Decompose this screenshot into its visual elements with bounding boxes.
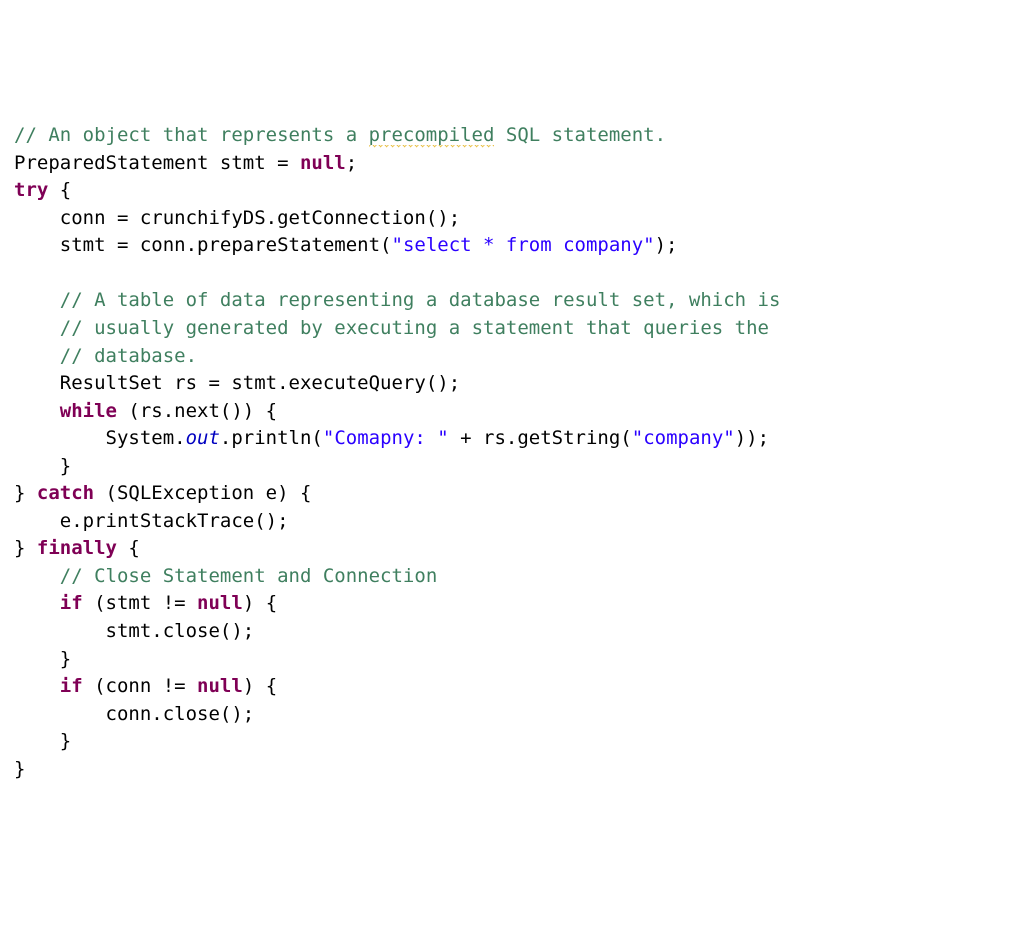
- code-token: {: [117, 537, 140, 559]
- code-token: }: [14, 537, 37, 559]
- code-line: // usually generated by executing a stat…: [14, 315, 1010, 343]
- code-token: // Close Statement and Connection: [60, 565, 438, 587]
- code-token: precompiled: [369, 124, 495, 148]
- code-token: ) {: [243, 675, 277, 697]
- code-line: // Close Statement and Connection: [14, 563, 1010, 591]
- code-line: while (rs.next()) {: [14, 398, 1010, 426]
- code-token: finally: [37, 537, 117, 559]
- code-line: if (conn != null) {: [14, 673, 1010, 701]
- code-line: stmt = conn.prepareStatement("select * f…: [14, 232, 1010, 260]
- code-token: SQL statement.: [494, 124, 666, 146]
- code-token: conn.close();: [106, 703, 255, 725]
- code-token: .println(: [220, 427, 323, 449]
- code-line: if (stmt != null) {: [14, 590, 1010, 618]
- code-line: // An object that represents a precompil…: [14, 122, 1010, 150]
- code-token: (rs.next()) {: [117, 400, 277, 422]
- code-token: "Comapny: ": [323, 427, 449, 449]
- code-token: conn = crunchifyDS.getConnection();: [60, 207, 460, 229]
- code-line: }: [14, 728, 1010, 756]
- code-line: }: [14, 756, 1010, 784]
- code-token: ResultSet rs = stmt.executeQuery();: [60, 372, 460, 394]
- code-token: null: [197, 592, 243, 614]
- code-token: }: [14, 758, 25, 780]
- code-token: catch: [37, 482, 94, 504]
- code-line: [14, 260, 1010, 288]
- code-token: out: [186, 427, 220, 449]
- code-token: (SQLException e) {: [94, 482, 311, 504]
- code-token: {: [48, 179, 71, 201]
- code-token: null: [197, 675, 243, 697]
- code-token: (stmt !=: [83, 592, 197, 614]
- code-line: System.out.println("Comapny: " + rs.getS…: [14, 425, 1010, 453]
- code-line: // database.: [14, 343, 1010, 371]
- code-line: PreparedStatement stmt = null;: [14, 150, 1010, 178]
- code-line: conn.close();: [14, 701, 1010, 729]
- code-token: // usually generated by executing a stat…: [60, 317, 769, 339]
- code-token: if: [60, 675, 83, 697]
- code-token: }: [60, 730, 71, 752]
- code-token: "company": [632, 427, 735, 449]
- code-line: stmt.close();: [14, 618, 1010, 646]
- code-line: }: [14, 646, 1010, 674]
- code-token: // database.: [60, 345, 197, 367]
- code-token: System.: [106, 427, 186, 449]
- code-token: while: [60, 400, 117, 422]
- code-line: e.printStackTrace();: [14, 508, 1010, 536]
- code-token: }: [14, 482, 37, 504]
- code-token: );: [655, 234, 678, 256]
- code-token: ) {: [243, 592, 277, 614]
- code-token: "select * from company": [392, 234, 655, 256]
- code-line: // A table of data representing a databa…: [14, 287, 1010, 315]
- code-line: } catch (SQLException e) {: [14, 480, 1010, 508]
- code-token: try: [14, 179, 48, 201]
- code-token: }: [60, 455, 71, 477]
- code-token: }: [60, 648, 71, 670]
- code-token: (conn !=: [83, 675, 197, 697]
- code-token: + rs.getString(: [449, 427, 632, 449]
- code-token: stmt = conn.prepareStatement(: [60, 234, 392, 256]
- code-token: // A table of data representing a databa…: [60, 289, 781, 311]
- code-token: PreparedStatement stmt =: [14, 152, 300, 174]
- code-token: // An object that represents a: [14, 124, 369, 146]
- code-block: // An object that represents a precompil…: [14, 122, 1010, 783]
- code-token: null: [300, 152, 346, 174]
- code-token: stmt.close();: [106, 620, 255, 642]
- code-line: try {: [14, 177, 1010, 205]
- code-line: conn = crunchifyDS.getConnection();: [14, 205, 1010, 233]
- code-token: e.printStackTrace();: [60, 510, 289, 532]
- code-token: ));: [735, 427, 769, 449]
- code-token: ;: [346, 152, 357, 174]
- code-line: } finally {: [14, 535, 1010, 563]
- code-line: }: [14, 453, 1010, 481]
- code-token: if: [60, 592, 83, 614]
- code-line: ResultSet rs = stmt.executeQuery();: [14, 370, 1010, 398]
